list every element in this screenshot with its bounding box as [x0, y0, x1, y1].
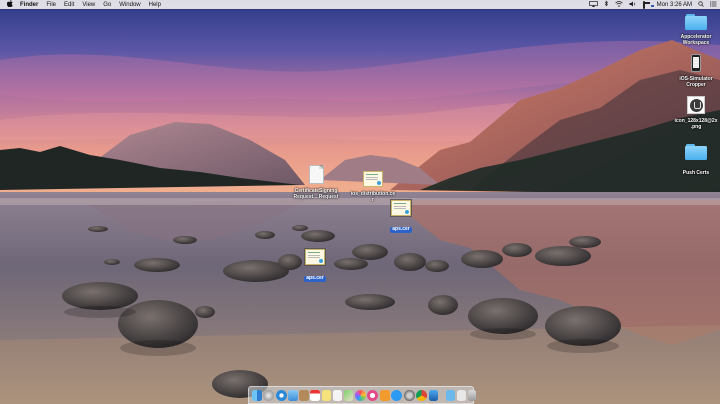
status-area: Mon 3:26 AM [586, 0, 720, 9]
notification-center-icon[interactable] [707, 0, 720, 9]
safari-icon[interactable] [275, 389, 287, 401]
png-file-icon [687, 96, 705, 114]
desktop-item-label: iOS-Simulator Cropper [679, 76, 713, 88]
photos-icon[interactable] [354, 389, 366, 401]
desktop-item-label: Appcelerator Workspace [680, 34, 712, 46]
maps-icon[interactable] [343, 389, 354, 401]
desktop-screen: Finder File Edit View Go Window Help Mon… [0, 0, 720, 404]
certificate-icon [390, 199, 412, 217]
certificate-icon [304, 248, 326, 266]
menu-help[interactable]: Help [145, 2, 165, 8]
desktop-item-appcelerator-workspace[interactable]: Appcelerator Workspace [672, 14, 720, 49]
apple-menu-icon[interactable] [0, 0, 16, 9]
folder-icon [685, 14, 707, 30]
certificate-icon [363, 171, 383, 187]
menu-file[interactable]: File [42, 2, 60, 8]
mail-icon[interactable] [288, 389, 298, 401]
volume-icon[interactable] [626, 1, 640, 9]
chrome-icon[interactable] [416, 389, 428, 401]
trash-icon[interactable] [467, 389, 476, 401]
desktop-item-label: aps.cer [390, 226, 412, 233]
desktop-item-certificate-signing-request[interactable]: CertificateSigning Request....Request [291, 165, 341, 203]
desktop-item-label: Push Certs [682, 170, 710, 176]
desktop-item-label: aps.cer [304, 275, 326, 282]
finder-icon[interactable] [252, 389, 262, 401]
desktop-item-aps-cer-bottom[interactable]: aps.cer [291, 248, 339, 284]
menu-finder[interactable]: Finder [16, 2, 42, 8]
itunes-icon[interactable] [367, 389, 379, 401]
desktop-item-ios-simulator-cropper[interactable]: iOS-Simulator Cropper [672, 54, 720, 91]
battery-icon[interactable] [640, 0, 648, 9]
menu-view[interactable]: View [78, 2, 99, 8]
desktop-item-icon-png[interactable]: icon_128x128@2x .png [672, 96, 720, 133]
desktop-item-label: CertificateSigning Request....Request [293, 188, 339, 200]
spotlight-search-icon[interactable] [695, 0, 707, 9]
menubar-clock[interactable]: Mon 3:26 AM [654, 2, 695, 8]
menu-go[interactable]: Go [99, 2, 115, 8]
ibooks-icon[interactable] [380, 389, 390, 401]
menu-edit[interactable]: Edit [60, 2, 78, 8]
calendar-icon[interactable] [310, 389, 320, 401]
system-preferences-icon[interactable] [403, 389, 415, 401]
contacts-icon[interactable] [299, 389, 309, 401]
menu-bar: Finder File Edit View Go Window Help Mon… [0, 0, 720, 9]
folder-icon [685, 144, 707, 160]
app-store-icon[interactable] [391, 389, 403, 401]
downloads-stack-icon[interactable] [445, 389, 456, 401]
xcode-icon[interactable] [428, 389, 439, 401]
documents-stack-icon[interactable] [456, 389, 467, 401]
menu-window[interactable]: Window [115, 2, 144, 8]
phone-icon [691, 54, 701, 72]
launchpad-icon[interactable] [263, 389, 275, 401]
desktop-item-aps-cer-top[interactable]: aps.cer [377, 199, 425, 235]
airplay-icon[interactable] [586, 0, 601, 9]
dock [248, 386, 476, 404]
reminders-icon[interactable] [332, 389, 343, 401]
document-icon [308, 165, 324, 184]
wifi-icon[interactable] [612, 0, 626, 9]
desktop-item-label: icon_128x128@2x .png [674, 118, 718, 130]
notes-icon[interactable] [321, 389, 332, 401]
desktop-item-push-certs[interactable]: Push Certs [672, 144, 720, 179]
bluetooth-icon[interactable] [601, 0, 612, 9]
